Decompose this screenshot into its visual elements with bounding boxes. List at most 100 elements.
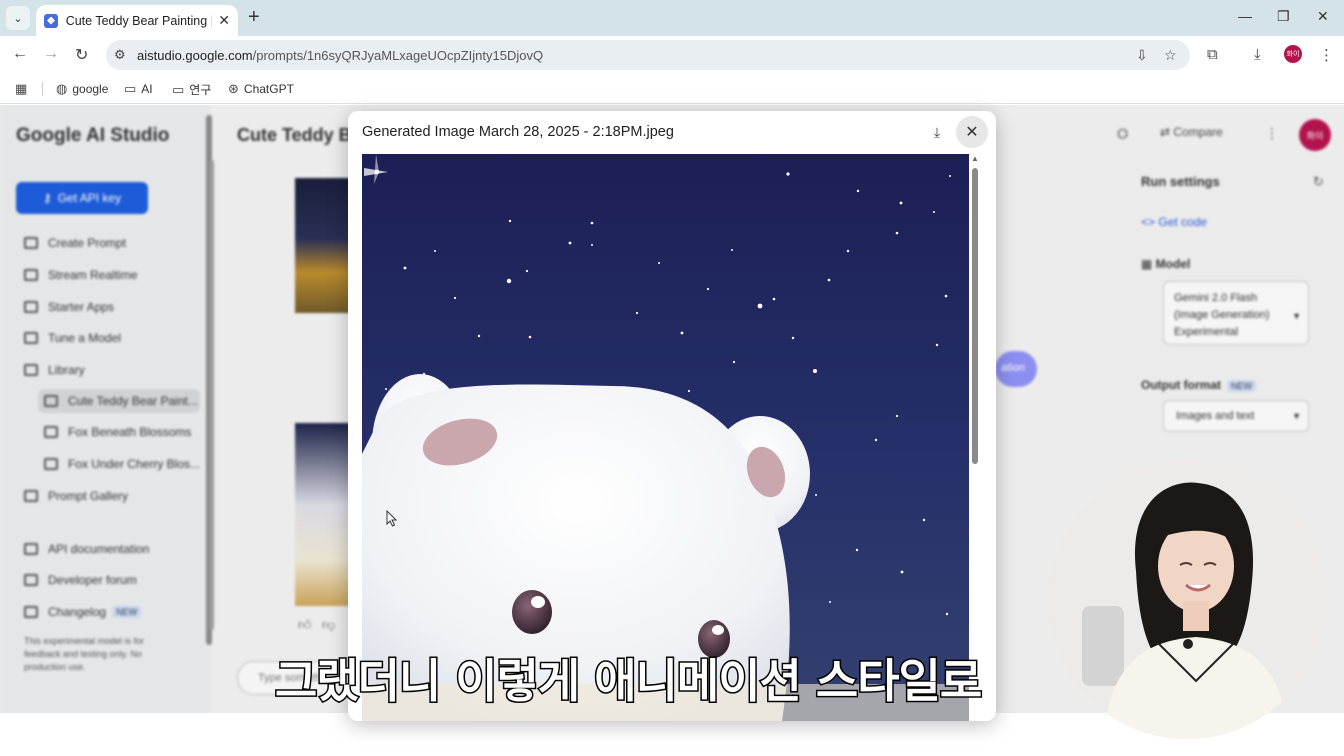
nav-label: Tune a Model	[48, 331, 121, 345]
nav-stream-realtime[interactable]: Stream Realtime	[24, 268, 137, 282]
bookmark-google[interactable]: ◍ google	[56, 81, 108, 97]
close-icon: ✕	[965, 124, 979, 141]
changelog-icon	[24, 606, 38, 618]
key-icon: ⚷	[42, 191, 52, 205]
dialog-scrollbar[interactable]: ▲	[970, 154, 980, 714]
new-badge: NEW	[1227, 380, 1256, 392]
docs-icon	[24, 543, 38, 555]
library-item-label: Fox Beneath Blossoms	[68, 425, 192, 439]
tab-close-icon[interactable]: ✕	[218, 12, 230, 29]
dropdown-caret-icon: ▼	[1292, 311, 1301, 321]
nav-developer-forum[interactable]: Developer forum	[24, 573, 137, 587]
url-text: aistudio.google.com/prompts/1n6syQRJyaML…	[137, 48, 543, 63]
bookmark-ai-folder[interactable]: ▭ AI	[124, 81, 153, 97]
get-code-link[interactable]: <> Get code	[1141, 215, 1207, 229]
new-tab-button[interactable]: +	[248, 7, 260, 27]
video-subtitle: 그랬더니 이렇게 애니메이션 스타일로	[273, 653, 983, 710]
nav-starter-apps[interactable]: Starter Apps	[24, 300, 114, 314]
compare-label: Compare	[1173, 125, 1223, 139]
minimize-icon[interactable]: —	[1238, 8, 1252, 24]
sidebar: Google AI Studio ⚷ Get API key Create Pro…	[0, 105, 210, 713]
api-key-label: Get API key	[57, 191, 122, 205]
forum-icon	[24, 574, 38, 586]
extensions-icon[interactable]: ⧉	[1207, 46, 1218, 63]
tab-search-button[interactable]: ⌄	[6, 6, 30, 30]
forward-arrow-icon[interactable]: →	[43, 45, 59, 63]
nav-label: Changelog	[48, 605, 107, 619]
bookmark-label: ChatGPT	[243, 82, 294, 96]
nav-prompt-gallery[interactable]: Prompt Gallery	[24, 489, 128, 503]
address-bar[interactable]: ⚙ aistudio.google.com/prompts/1n6syQRJya…	[106, 40, 1190, 70]
apps-grid-icon[interactable]: ▦	[15, 81, 32, 97]
bookmark-label: google	[72, 82, 109, 96]
compare-button[interactable]: ⇄ Compare	[1160, 125, 1223, 139]
model-value: Gemini 2.0 Flash (Image Generation) Expe…	[1174, 292, 1270, 338]
browser-toolbar: ← → ↻ ⚙ aistudio.google.com/prompts/1n6s…	[0, 36, 1344, 74]
bookmark-label: AI	[141, 82, 153, 96]
apps-icon	[24, 301, 38, 313]
nav-label: Stream Realtime	[48, 268, 138, 282]
library-item-fox-cherry[interactable]: Fox Under Cherry Blos...	[38, 452, 200, 476]
create-icon	[24, 237, 38, 249]
dialog-title: Generated Image March 28, 2025 - 2:18PM.…	[362, 124, 674, 140]
mouse-cursor-icon	[386, 509, 398, 533]
studio-logo[interactable]: Google AI Studio	[16, 125, 169, 147]
scroll-thumb[interactable]	[972, 168, 978, 464]
back-arrow-icon[interactable]: ←	[12, 45, 28, 63]
reload-icon[interactable]: ↻	[75, 45, 88, 65]
window-close-icon[interactable]: ✕	[1317, 8, 1329, 25]
generated-image-thumbnail[interactable]	[295, 423, 355, 606]
chat-icon	[44, 426, 58, 438]
nav-create-prompt[interactable]: Create Prompt	[24, 236, 126, 250]
browser-tab-active[interactable]: Cute Teddy Bear Painting | Go ✕	[36, 5, 238, 36]
stream-icon	[24, 269, 38, 281]
library-item-fox-blossoms[interactable]: Fox Beneath Blossoms	[38, 420, 200, 444]
scroll-up-arrow-icon[interactable]: ▲	[971, 154, 979, 163]
browser-tab-bar: ⌄ Cute Teddy Bear Painting | Go ✕ + — ❐ …	[0, 0, 1344, 36]
share-icon[interactable]: ⛭	[1117, 125, 1128, 142]
nav-api-docs[interactable]: API documentation	[24, 542, 149, 556]
image-preview-dialog: Generated Image March 28, 2025 - 2:18PM.…	[348, 111, 996, 721]
experimental-note: This experimental model is for feedback …	[24, 636, 145, 672]
get-api-key-button[interactable]: ⚷ Get API key	[16, 182, 148, 214]
presenter-image	[1048, 461, 1326, 739]
thumbs-up-icon[interactable]: 👍︎	[298, 617, 312, 633]
model-label-text: Model	[1155, 257, 1191, 271]
model-icon: ▦	[1141, 257, 1156, 271]
bookmark-chatgpt[interactable]: ⊛ ChatGPT	[228, 81, 294, 97]
generated-image-thumbnail[interactable]	[295, 178, 355, 313]
nav-tune-model[interactable]: Tune a Model	[24, 331, 121, 345]
library-item-teddy[interactable]: Cute Teddy Bear Paint...	[38, 389, 200, 413]
run-chip[interactable]: ation	[995, 351, 1037, 387]
teddy-bear-image	[362, 154, 969, 721]
library-item-label: Fox Under Cherry Blos...	[67, 457, 200, 471]
nav-label: API documentation	[48, 542, 150, 556]
install-app-icon[interactable]: ⇩	[1136, 47, 1148, 64]
close-dialog-button[interactable]: ✕	[956, 116, 988, 148]
bookmark-research-folder[interactable]: ▭ 연구	[172, 81, 211, 98]
user-avatar[interactable]: 화이	[1299, 119, 1331, 151]
compare-icon: ⇄	[1160, 125, 1174, 139]
bookmarks-divider	[42, 82, 43, 96]
more-options-icon[interactable]: ⋮	[1265, 125, 1279, 142]
tune-icon	[24, 332, 38, 344]
output-format-select[interactable]: Images and text ▼	[1163, 400, 1309, 432]
nav-changelog[interactable]: Changelog NEW	[24, 605, 142, 619]
site-info-icon[interactable]: ⚙	[114, 47, 126, 63]
gallery-icon	[24, 490, 38, 502]
settings-scrollbar[interactable]	[209, 160, 214, 630]
profile-avatar[interactable]: 화이	[1284, 45, 1302, 63]
ai-studio-favicon-icon	[44, 13, 58, 28]
thumbs-down-icon[interactable]: 👎︎	[322, 617, 335, 633]
browser-menu-icon[interactable]: ⋮	[1319, 46, 1334, 64]
nav-label: Create Prompt	[48, 236, 127, 250]
nav-library[interactable]: Library	[24, 363, 85, 377]
output-format-value: Images and text	[1176, 410, 1255, 422]
downloads-icon[interactable]: ⤓	[1254, 46, 1261, 63]
restore-icon[interactable]: ❐	[1277, 8, 1290, 25]
reset-settings-icon[interactable]: ↻	[1313, 174, 1324, 190]
model-select[interactable]: Gemini 2.0 Flash (Image Generation) Expe…	[1163, 281, 1309, 345]
new-badge: NEW	[112, 606, 142, 618]
download-icon[interactable]: ⤓	[928, 123, 946, 141]
bookmark-star-icon[interactable]: ☆	[1164, 47, 1177, 64]
